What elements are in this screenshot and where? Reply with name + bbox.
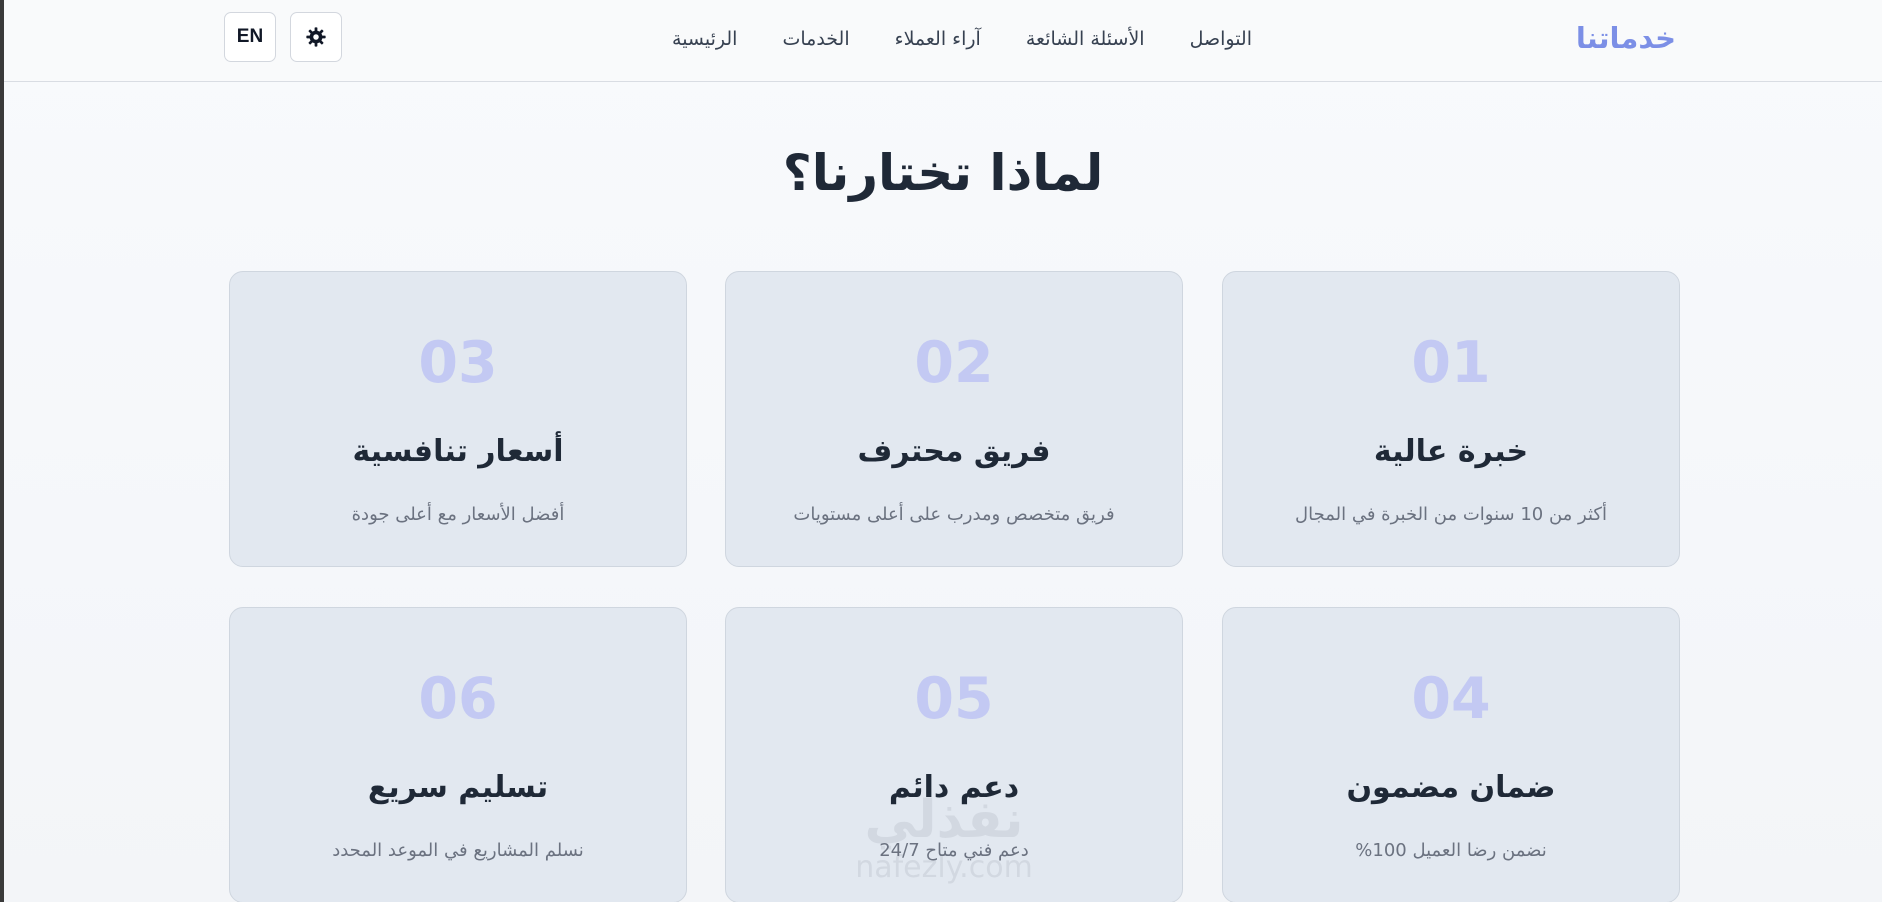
- feature-card: 03 أسعار تنافسية أفضل الأسعار مع أعلى جو…: [229, 271, 687, 567]
- feature-title: تسليم سريع: [367, 770, 549, 805]
- feature-title: فريق محترف: [857, 434, 1051, 469]
- page: خدماتنا الرئيسية الخدمات آراء العملاء ال…: [0, 0, 1882, 902]
- feature-description: نضمن رضا العميل 100%: [1355, 840, 1547, 861]
- features-grid: 01 خبرة عالية أكثر من 10 سنوات من الخبرة…: [4, 0, 1882, 902]
- feature-card: 02 فريق محترف فريق متخصص ومدرب على أعلى …: [725, 271, 1183, 567]
- feature-number: 02: [914, 330, 994, 396]
- feature-title: خبرة عالية: [1373, 434, 1529, 469]
- feature-card: 04 ضمان مضمون نضمن رضا العميل 100%: [1222, 607, 1680, 902]
- feature-number: 03: [418, 330, 498, 396]
- feature-number: 04: [1411, 666, 1491, 732]
- feature-card: 06 تسليم سريع نسلم المشاريع في الموعد ال…: [229, 607, 687, 902]
- feature-description: فريق متخصص ومدرب على أعلى مستويات: [793, 504, 1115, 525]
- feature-number: 05: [914, 666, 994, 732]
- feature-title: ضمان مضمون: [1346, 770, 1556, 805]
- feature-description: نسلم المشاريع في الموعد المحدد: [332, 840, 584, 861]
- feature-title: أسعار تنافسية: [352, 434, 564, 469]
- feature-description: أكثر من 10 سنوات من الخبرة في المجال: [1295, 504, 1607, 525]
- feature-number: 06: [418, 666, 498, 732]
- feature-description: دعم فني متاح 24/7: [879, 840, 1029, 861]
- feature-title: دعم دائم: [888, 770, 1020, 805]
- feature-description: أفضل الأسعار مع أعلى جودة: [351, 504, 565, 525]
- feature-card: 01 خبرة عالية أكثر من 10 سنوات من الخبرة…: [1222, 271, 1680, 567]
- feature-number: 01: [1411, 330, 1491, 396]
- feature-card: 05 دعم دائم دعم فني متاح 24/7: [725, 607, 1183, 902]
